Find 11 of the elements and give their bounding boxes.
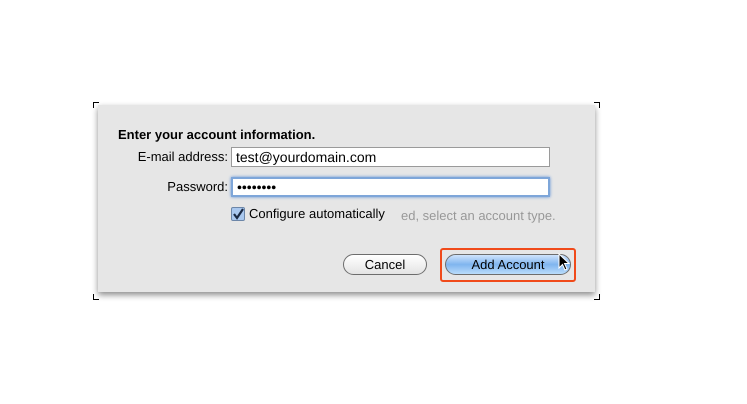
- add-account-button[interactable]: Add Account: [445, 254, 571, 274]
- email-field[interactable]: test@yourdomain.com: [231, 147, 550, 167]
- cursor-icon: [558, 253, 570, 271]
- field-label: Password:: [167, 178, 228, 196]
- dialog-heading: Enter your account information.: [118, 127, 316, 143]
- cancel-button[interactable]: Cancel: [343, 254, 427, 274]
- field-label: E-mail address:: [138, 148, 228, 166]
- password-field[interactable]: ••••••••: [231, 177, 550, 197]
- background-text: ed, select an account type.: [401, 207, 556, 225]
- checkbox[interactable]: [231, 206, 245, 221]
- checkbox-label: Configure automatically: [249, 205, 385, 223]
